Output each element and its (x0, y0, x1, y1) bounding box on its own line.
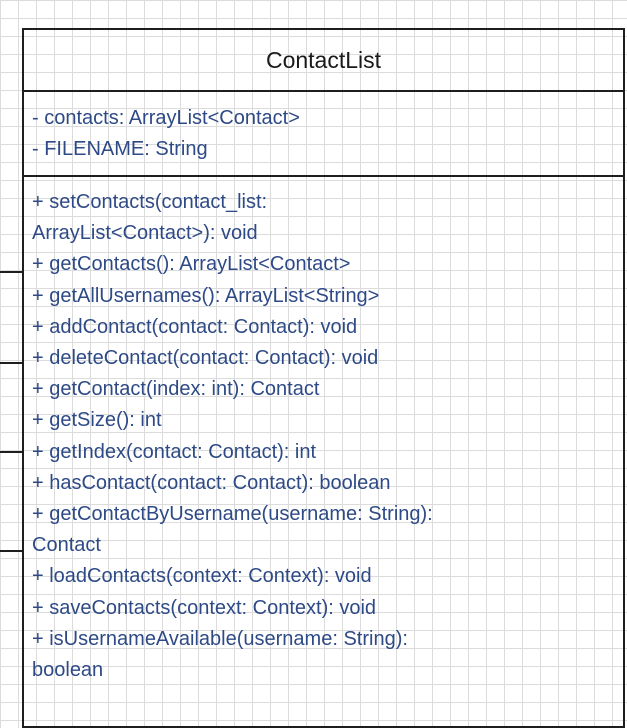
connector-line (0, 362, 24, 364)
method-set-contacts-cont: ArrayList<Contact>): void (32, 222, 258, 245)
attribute-filename: - FILENAME: String (32, 138, 208, 160)
attributes-compartment: - contacts: ArrayList<Contact> - FILENAM… (24, 92, 623, 177)
method-get-contact: + getContact(index: int): Contact (32, 378, 320, 401)
method-is-username-available: + isUsernameAvailable(username: String): (32, 627, 408, 650)
method-get-contact-by-username: + getContactByUsername(username: String)… (32, 503, 433, 526)
connector-line (0, 451, 24, 453)
method-delete-contact: + deleteContact(contact: Contact): void (32, 347, 379, 370)
class-header: ContactList (24, 30, 623, 92)
method-load-contacts: + loadContacts(context: Context): void (32, 565, 372, 588)
method-set-contacts: + setContacts(contact_list: (32, 191, 268, 213)
method-get-contacts: + getContacts(): ArrayList<Contact> (32, 253, 351, 276)
attribute-contacts: - contacts: ArrayList<Contact> (32, 107, 300, 129)
uml-class-box[interactable]: ContactList - contacts: ArrayList<Contac… (22, 28, 625, 728)
connector-line (0, 550, 24, 552)
method-get-size: + getSize(): int (32, 409, 162, 432)
method-get-all-usernames: + getAllUsernames(): ArrayList<String> (32, 284, 380, 307)
method-has-contact: + hasContact(contact: Contact): boolean (32, 471, 391, 494)
connector-line (0, 271, 24, 273)
class-name: ContactList (265, 46, 382, 73)
method-save-contacts: + saveContacts(context: Context): void (32, 596, 377, 619)
methods-compartment: + setContacts(contact_list: ArrayList<Co… (24, 177, 623, 686)
method-is-username-available-cont: boolean (32, 659, 104, 682)
method-get-contact-by-username-cont: Contact (32, 534, 101, 557)
method-add-contact: + addContact(contact: Contact): void (32, 315, 358, 338)
method-get-index: + getIndex(contact: Contact): int (32, 440, 317, 463)
